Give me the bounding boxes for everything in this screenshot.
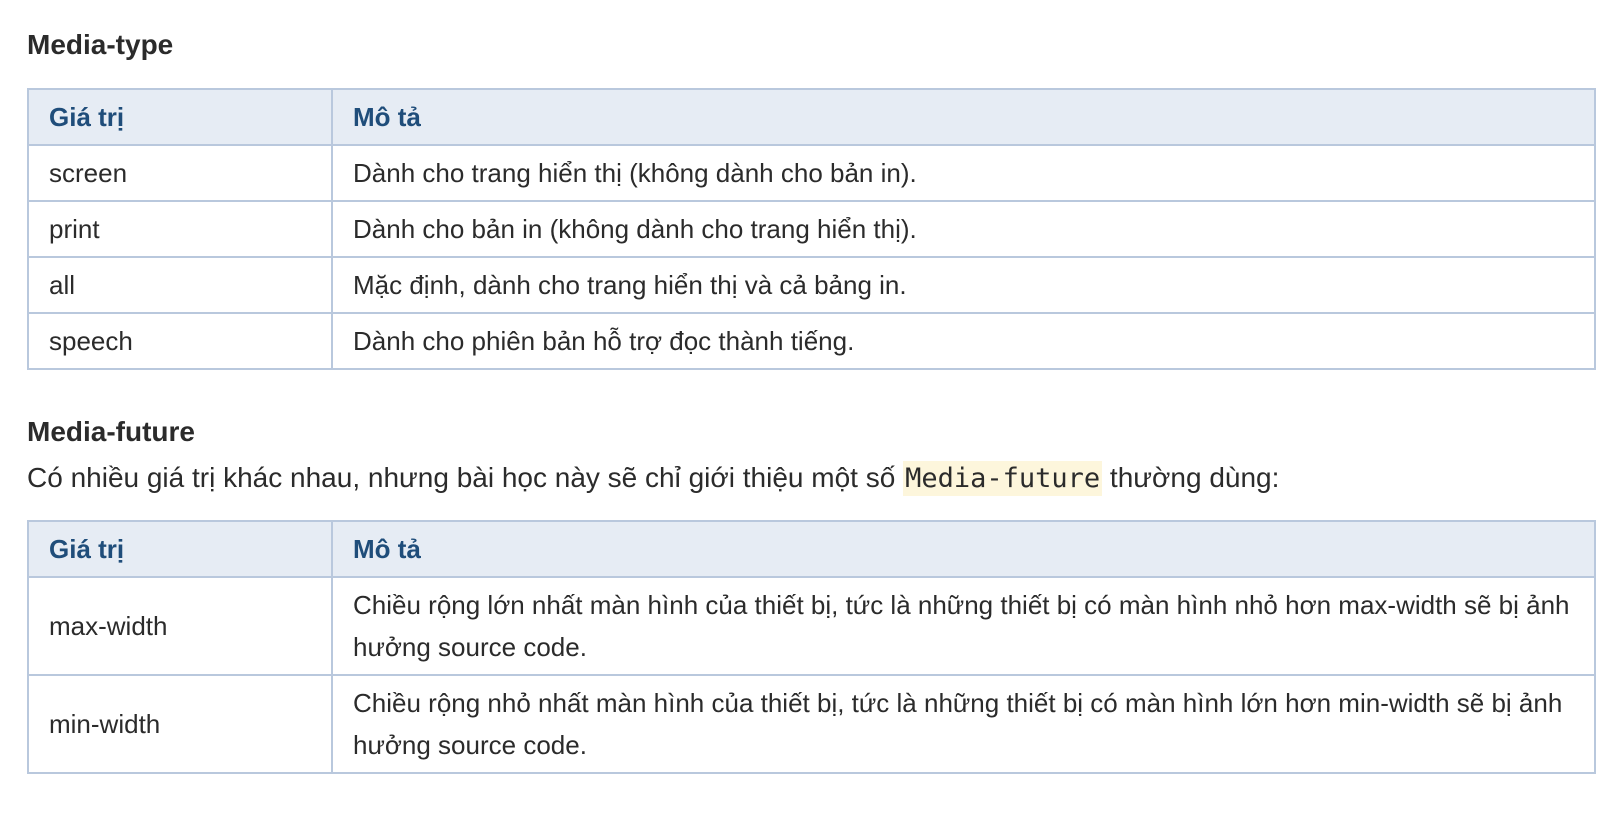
description-cell: Dành cho trang hiển thị (không dành cho …	[331, 144, 1596, 202]
value-cell: speech	[27, 312, 333, 370]
description-cell: Chiều rộng nhỏ nhất màn hình của thiết b…	[331, 674, 1596, 774]
table-header-row: Giá trị Mô tả	[27, 520, 1596, 578]
value-cell: max-width	[27, 576, 333, 676]
media-type-heading: Media-type	[27, 29, 174, 60]
description-cell: Mặc định, dành cho trang hiển thị và cả …	[331, 256, 1596, 314]
table-row: all Mặc định, dành cho trang hiển thị và…	[27, 256, 1596, 314]
page: Media-type Giá trị Mô tả screen Dành cho…	[0, 0, 1622, 833]
column-header-description: Mô tả	[331, 520, 1596, 578]
table-row: max-width Chiều rộng lớn nhất màn hình c…	[27, 576, 1596, 676]
table-row: screen Dành cho trang hiển thị (không dà…	[27, 144, 1596, 202]
column-header-value: Giá trị	[27, 520, 333, 578]
value-cell: all	[27, 256, 333, 314]
description-cell: Dành cho phiên bản hỗ trợ đọc thành tiến…	[331, 312, 1596, 370]
column-header-description: Mô tả	[331, 88, 1596, 146]
media-future-heading: Media-future	[27, 416, 195, 447]
intro-text-before: Có nhiều giá trị khác nhau, nhưng bài họ…	[27, 462, 904, 493]
value-cell: screen	[27, 144, 333, 202]
description-cell: Chiều rộng lớn nhất màn hình của thiết b…	[331, 576, 1596, 676]
media-type-table: Giá trị Mô tả screen Dành cho trang hiển…	[27, 88, 1596, 370]
column-header-value: Giá trị	[27, 88, 333, 146]
table-row: min-width Chiều rộng nhỏ nhất màn hình c…	[27, 674, 1596, 774]
inline-code: Media-future	[903, 461, 1103, 496]
table-row: speech Dành cho phiên bản hỗ trợ đọc thà…	[27, 312, 1596, 370]
table-header-row: Giá trị Mô tả	[27, 88, 1596, 146]
media-future-table: Giá trị Mô tả max-width Chiều rộng lớn n…	[27, 520, 1596, 774]
value-cell: print	[27, 200, 333, 258]
description-cell: Dành cho bản in (không dành cho trang hi…	[331, 200, 1596, 258]
intro-text-after: thường dùng:	[1102, 462, 1280, 493]
table-row: print Dành cho bản in (không dành cho tr…	[27, 200, 1596, 258]
value-cell: min-width	[27, 674, 333, 774]
media-future-intro: Có nhiều giá trị khác nhau, nhưng bài họ…	[27, 461, 1595, 496]
